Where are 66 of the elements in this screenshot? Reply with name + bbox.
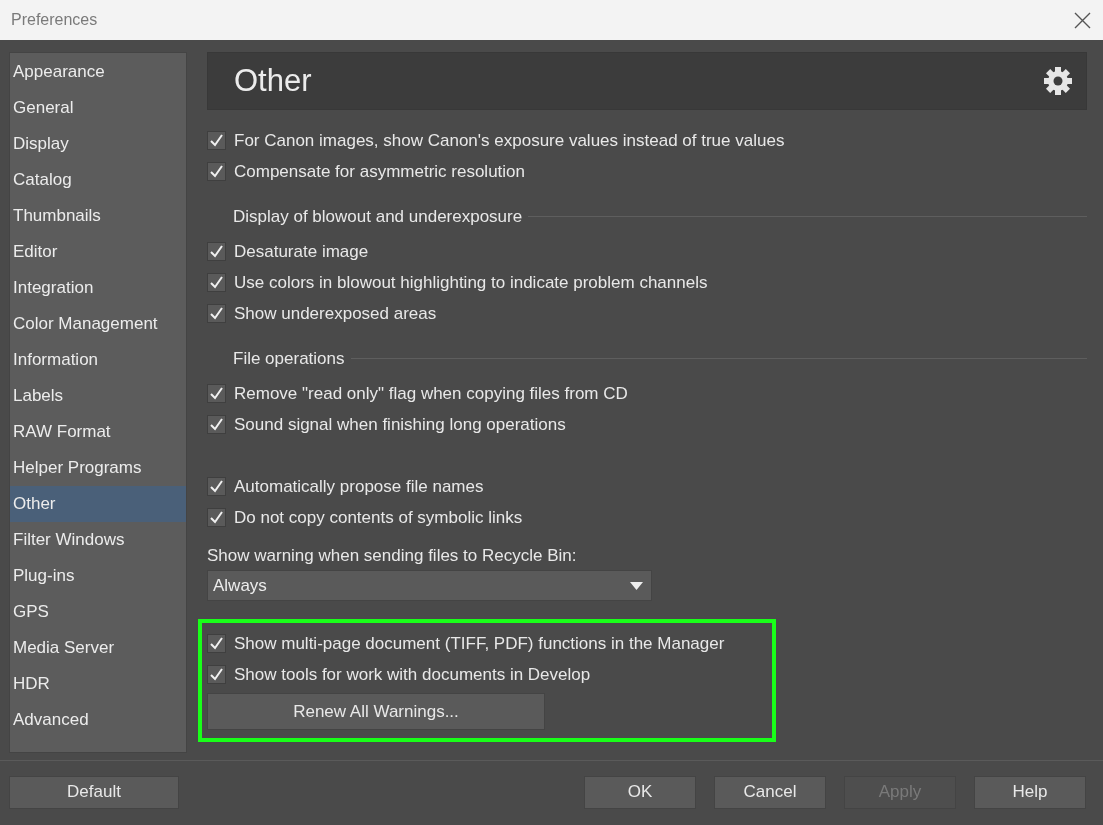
sidebar-item[interactable]: Information: [10, 342, 186, 378]
section-title: Display of blowout and underexposure: [233, 205, 523, 228]
sidebar-item[interactable]: Editor: [10, 234, 186, 270]
checkbox[interactable]: [207, 242, 226, 261]
checkmark-icon: [209, 479, 224, 494]
sidebar-item[interactable]: General: [10, 90, 186, 126]
checkbox-label: Do not copy contents of symbolic links: [234, 506, 523, 529]
sidebar-item[interactable]: GPS: [10, 594, 186, 630]
sidebar-item[interactable]: Helper Programs: [10, 450, 186, 486]
checkmark-icon: [209, 667, 224, 682]
checkbox[interactable]: [207, 162, 226, 181]
checkbox[interactable]: [207, 477, 226, 496]
window-title: Preferences: [11, 10, 98, 30]
checkbox-label: Compensate for asymmetric resolution: [234, 160, 525, 183]
section-title: File operations: [233, 347, 345, 370]
checkbox-label: Show multi-page document (TIFF, PDF) functions in the Manager: [234, 632, 725, 655]
checkbox[interactable]: [207, 665, 226, 684]
checkbox-label: For Canon images, show Canon's exposure values instead of true values: [234, 129, 785, 152]
sidebar-item[interactable]: Integration: [10, 270, 186, 306]
checkbox[interactable]: [207, 304, 226, 323]
sidebar-item[interactable]: Display: [10, 126, 186, 162]
checkmark-icon: [209, 386, 224, 401]
checkbox-label: Automatically propose file names: [234, 475, 484, 498]
checkbox-label: Use colors in blowout highlighting to indicate problem channels: [234, 271, 708, 294]
checkmark-icon: [209, 636, 224, 651]
checkmark-icon: [209, 133, 224, 148]
checkbox-label: Sound signal when finishing long operations: [234, 413, 566, 436]
checkmark-icon: [209, 275, 224, 290]
checkmark-icon: [209, 510, 224, 525]
checkbox-label: Show underexposed areas: [234, 302, 437, 325]
sidebar-item[interactable]: Plug-ins: [10, 558, 186, 594]
checkmark-icon: [209, 417, 224, 432]
checkmark-icon: [209, 306, 224, 321]
sidebar-item[interactable]: Media Server: [10, 630, 186, 666]
dialog-button[interactable]: Cancel: [714, 775, 826, 809]
close-icon[interactable]: [1074, 11, 1091, 29]
checkbox[interactable]: [207, 634, 226, 653]
default-button[interactable]: Default: [9, 775, 179, 809]
gear-icon: [1043, 66, 1073, 96]
sidebar-item[interactable]: RAW Format: [10, 414, 186, 450]
sidebar-item[interactable]: Labels: [10, 378, 186, 414]
checkbox[interactable]: [207, 131, 226, 150]
caret-icon: [630, 581, 643, 590]
sidebar-item[interactable]: Color Management: [10, 306, 186, 342]
dropdown-label: Show warning when sending files to Recycle Bin:: [207, 545, 578, 567]
checkbox-label: Remove "read only" flag when copying files from CD: [234, 382, 628, 405]
sidebar-item[interactable]: Catalog: [10, 162, 186, 198]
checkbox-label: Show tools for work with documents in Develop: [234, 663, 591, 686]
page-title: Other: [234, 61, 312, 100]
checkbox[interactable]: [207, 415, 226, 434]
dialog-button[interactable]: OK: [584, 775, 696, 809]
sidebar-item[interactable]: Thumbnails: [10, 198, 186, 234]
renew-warnings-button[interactable]: Renew All Warnings...: [207, 693, 545, 730]
sidebar-item[interactable]: HDR: [10, 666, 186, 702]
checkmark-icon: [209, 164, 224, 179]
sidebar-item[interactable]: Advanced: [10, 702, 186, 738]
checkbox-label: Desaturate image: [234, 240, 369, 263]
dropdown[interactable]: Always: [207, 570, 652, 601]
sidebar-item[interactable]: Appearance: [10, 54, 186, 90]
checkbox[interactable]: [207, 384, 226, 403]
sidebar-item[interactable]: Other: [10, 486, 186, 522]
sidebar-item[interactable]: Filter Windows: [10, 522, 186, 558]
checkbox[interactable]: [207, 273, 226, 292]
checkbox[interactable]: [207, 508, 226, 527]
checkmark-icon: [209, 244, 224, 259]
dialog-button[interactable]: Help: [974, 775, 1086, 809]
